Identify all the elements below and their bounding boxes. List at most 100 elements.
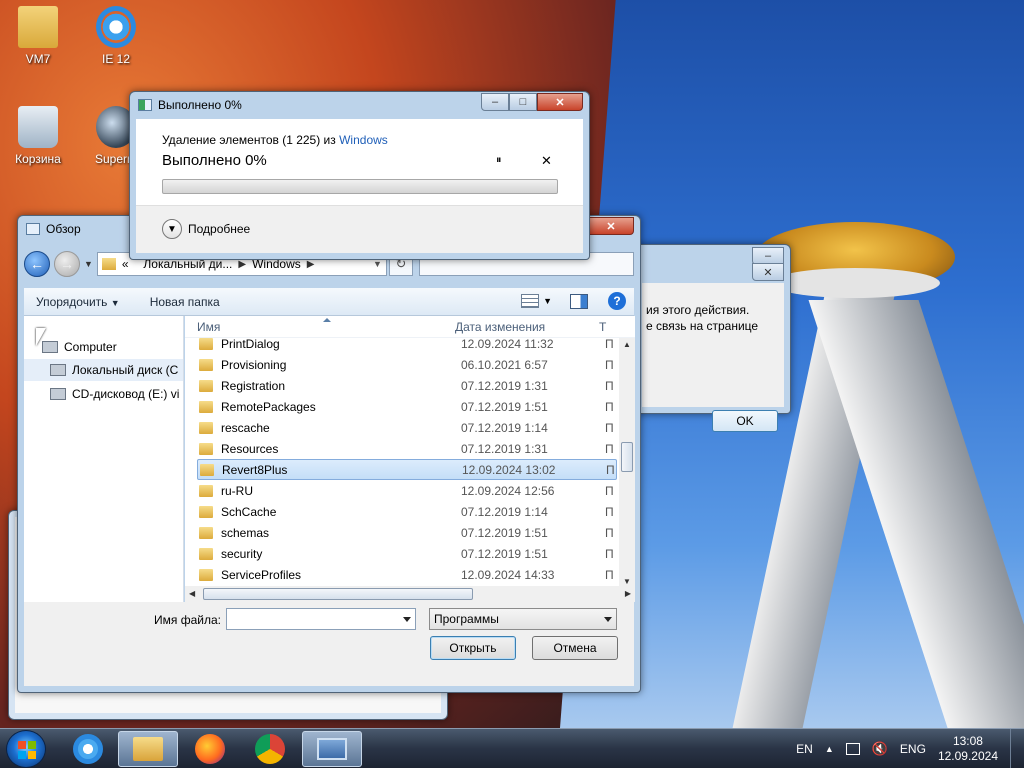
filename-input[interactable] (226, 608, 416, 630)
help-icon[interactable]: ? (608, 292, 626, 310)
chevron-down-icon[interactable] (403, 617, 411, 622)
file-type: П (605, 483, 614, 498)
file-type: П (605, 525, 614, 540)
table-row[interactable]: schemas 07.12.2019 1:51 П (197, 522, 617, 543)
cancel-button[interactable]: Отмена (532, 636, 618, 660)
chevron-down-icon (604, 617, 612, 622)
internet-explorer-icon (96, 6, 136, 48)
folder-icon (199, 442, 213, 455)
close-button[interactable]: ✕ (752, 263, 784, 281)
file-date: 12.09.2024 13:02 (462, 462, 556, 477)
horizontal-scroll-thumb[interactable] (203, 588, 473, 600)
desktop-icon-label: VM7 (25, 52, 51, 66)
horizontal-scrollbar[interactable]: ◀ ▶ (185, 586, 635, 602)
vertical-scroll-thumb[interactable] (621, 442, 633, 472)
view-options-icon[interactable] (521, 294, 540, 308)
expand-details-icon[interactable]: ▼ (162, 219, 182, 239)
file-name: Resources (221, 441, 279, 456)
tree-item-computer[interactable]: Computer (42, 336, 117, 358)
browse-dialog[interactable]: Обзор ✕ ← → ▼ « Локальный ди... ▶ Window… (17, 215, 641, 693)
scroll-down-icon[interactable]: ▼ (623, 577, 631, 586)
local-disk-icon (50, 364, 66, 376)
table-row[interactable]: Resources 07.12.2019 1:31 П (197, 438, 617, 459)
organize-button[interactable]: Упорядочить ▼ (36, 295, 120, 309)
table-row[interactable]: RemotePackages 07.12.2019 1:51 П (197, 396, 617, 417)
table-row[interactable]: ru-RU 12.09.2024 12:56 П (197, 480, 617, 501)
source-folder-link[interactable]: Windows (339, 133, 388, 147)
ok-button[interactable]: OK (712, 410, 778, 432)
table-row[interactable]: PrintDialog 12.09.2024 11:32 П (197, 333, 617, 354)
column-name[interactable]: Имя (197, 320, 220, 334)
user-folder-icon (18, 6, 58, 48)
desktop-icon-vm7[interactable]: VM7 (0, 6, 76, 66)
maximize-button[interactable]: □ (509, 93, 537, 111)
table-row[interactable]: SchCache 07.12.2019 1:14 П (197, 501, 617, 522)
table-row[interactable]: Provisioning 06.10.2021 6:57 П (197, 354, 617, 375)
taskbar-app-window[interactable] (302, 731, 362, 767)
language-indicator[interactable]: ENG (900, 742, 926, 756)
column-date[interactable]: Дата изменения (455, 320, 545, 334)
file-type-select[interactable]: Программы (429, 608, 617, 630)
show-desktop-button[interactable] (1010, 729, 1024, 768)
language-indicator-short[interactable]: EN (796, 742, 813, 756)
file-name: security (221, 546, 263, 561)
desktop-icon-ie[interactable]: IE 12 (78, 6, 154, 66)
scroll-up-icon[interactable]: ▲ (623, 340, 631, 349)
breadcrumb-separator-icon[interactable]: ▶ (307, 259, 315, 270)
taskbar-app-ie[interactable] (58, 731, 118, 767)
tree-item-cd-drive[interactable]: CD-дисковод (E:) vi (50, 383, 179, 405)
table-row[interactable]: rescache 07.12.2019 1:14 П (197, 417, 617, 438)
taskbar-app-explorer[interactable] (118, 731, 178, 767)
forward-button[interactable]: → (54, 251, 80, 277)
address-dropdown-icon[interactable]: ▼ (373, 259, 382, 269)
file-type: П (605, 378, 614, 393)
preview-pane-icon[interactable] (570, 293, 588, 309)
taskbar-app-chrome[interactable] (240, 731, 300, 767)
breadcrumb-separator-icon[interactable]: ▶ (238, 259, 246, 270)
folder-icon (199, 379, 213, 392)
table-row[interactable]: Revert8Plus 12.09.2024 13:02 П (197, 459, 617, 480)
show-hidden-icons-icon[interactable]: ▲ (825, 744, 834, 754)
desktop-icon-recycle-bin[interactable]: Корзина (0, 106, 76, 166)
file-date: 07.12.2019 1:51 (461, 525, 548, 540)
breadcrumb-overflow[interactable]: « (122, 257, 129, 271)
command-toolbar: Упорядочить ▼ Новая папка ▼ ? (24, 288, 634, 316)
close-button[interactable]: ✕ (588, 217, 634, 235)
column-type[interactable]: Т (599, 320, 606, 334)
file-name: Registration (221, 378, 286, 393)
file-date: 07.12.2019 1:31 (461, 378, 548, 393)
cancel-operation-button[interactable]: ✕ (541, 153, 552, 169)
scroll-right-icon[interactable]: ▶ (625, 589, 631, 598)
progress-subtitle-text: Удаление элементов (1 225) из (162, 133, 336, 147)
pause-button[interactable]: ⏸ (496, 154, 502, 167)
vertical-scrollbar[interactable]: ▲ ▼ (619, 338, 635, 588)
taskbar-app-firefox[interactable] (180, 731, 240, 767)
back-button[interactable]: ← (24, 251, 50, 277)
table-row[interactable]: Registration 07.12.2019 1:31 П (197, 375, 617, 396)
file-type: П (606, 462, 615, 477)
tree-item-local-disk[interactable]: Локальный диск (C (24, 359, 183, 381)
table-row[interactable]: ServiceProfiles 12.09.2024 14:33 П (197, 564, 617, 585)
internet-explorer-icon (73, 734, 103, 764)
history-dropdown-icon[interactable]: ▼ (84, 259, 93, 269)
network-icon[interactable] (845, 743, 860, 755)
new-folder-button[interactable]: Новая папка (150, 295, 220, 309)
folder-icon (199, 568, 213, 581)
window-controls: ✕ (752, 263, 784, 281)
file-name: rescache (221, 420, 270, 435)
open-button[interactable]: Открыть (430, 636, 516, 660)
scroll-left-icon[interactable]: ◀ (189, 589, 195, 598)
table-row[interactable]: security 07.12.2019 1:51 П (197, 543, 617, 564)
file-date: 07.12.2019 1:31 (461, 441, 548, 456)
start-button[interactable] (6, 730, 46, 768)
progress-window-icon (138, 99, 152, 111)
chevron-down-icon[interactable]: ▼ (543, 296, 552, 306)
error-dialog[interactable]: – ✕ ия этого действия. е связь на страни… (635, 244, 791, 432)
volume-muted-icon[interactable]: 🔇 (872, 741, 888, 757)
progress-dialog[interactable]: Выполнено 0% – □ ✕ Удаление элементов (1… (129, 91, 590, 260)
details-toggle[interactable]: Подробнее (188, 222, 250, 236)
window-controls: ✕ (588, 217, 634, 235)
minimize-button[interactable]: – (481, 93, 509, 111)
close-button[interactable]: ✕ (537, 93, 583, 111)
clock[interactable]: 13:08 12.09.2024 (938, 734, 998, 764)
